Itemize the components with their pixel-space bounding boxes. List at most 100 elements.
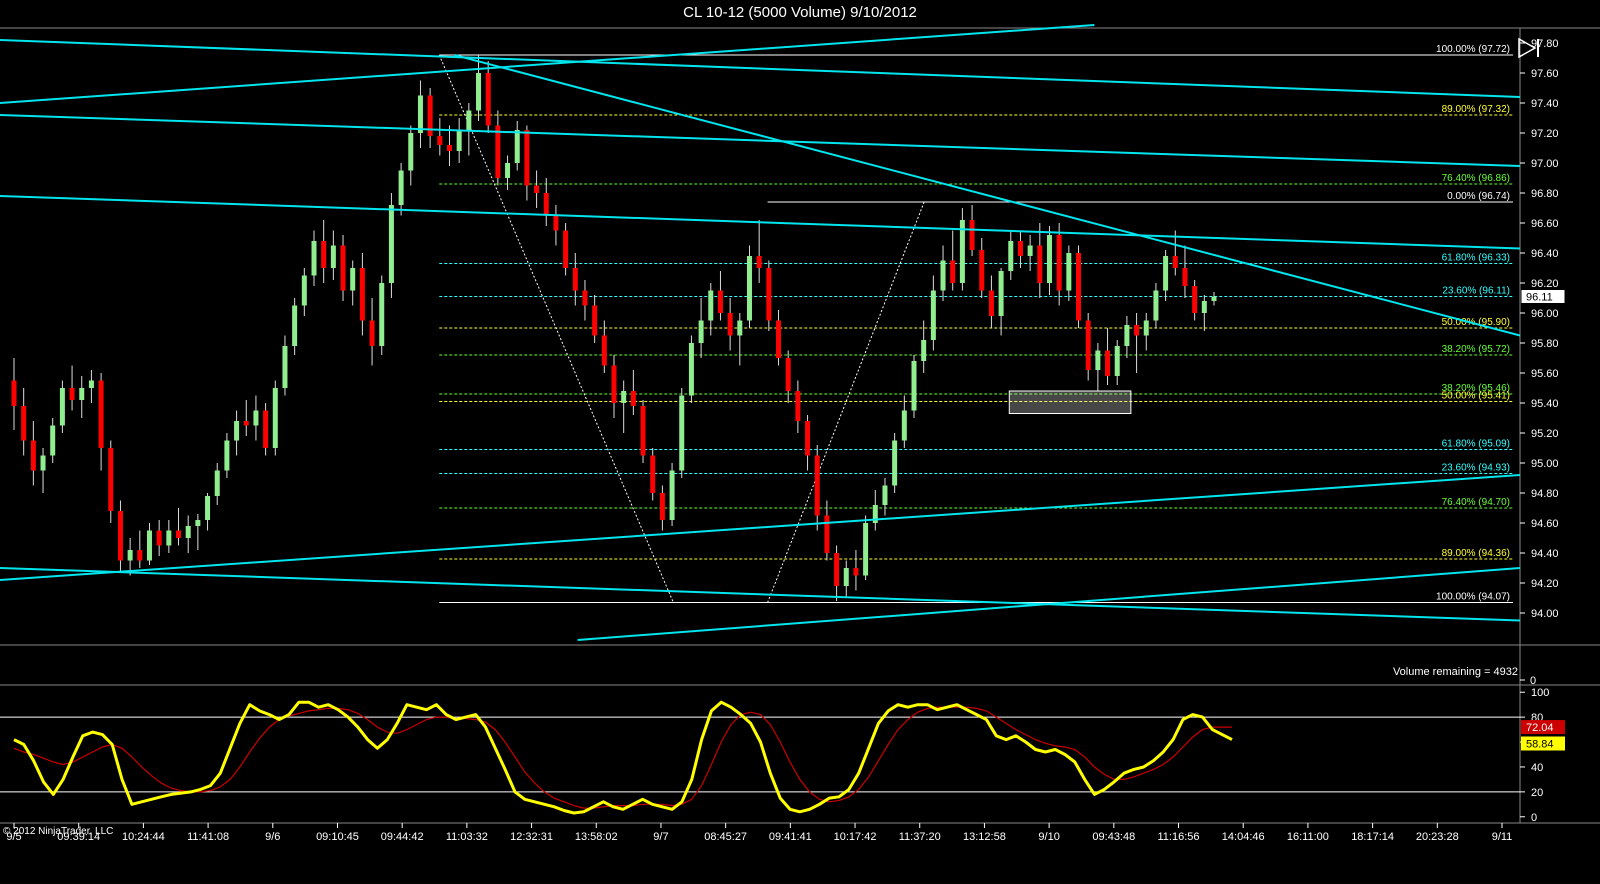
- candle-body: [224, 440, 230, 471]
- candle-body: [892, 440, 898, 486]
- candle-body: [40, 455, 46, 471]
- candle-body: [88, 380, 94, 388]
- volume-remaining: Volume remaining = 4932: [1392, 666, 1518, 678]
- candle-body: [485, 73, 491, 126]
- candle-body: [1192, 286, 1198, 313]
- play-end-icon[interactable]: [1516, 36, 1542, 60]
- candle-body: [1027, 245, 1033, 256]
- osc-y-tick-label: 40: [1531, 762, 1543, 774]
- stoch-k-line: [13, 700, 1233, 815]
- y-tick-label: 94.20: [1531, 578, 1559, 590]
- price-panel: 97.8097.6097.4097.2097.0096.8096.6096.40…: [0, 24, 1600, 823]
- candle-body: [30, 440, 36, 471]
- candle-body: [514, 130, 520, 163]
- candle-body: [553, 215, 559, 231]
- candle-body: [1066, 253, 1072, 291]
- y-tick-label: 96.60: [1531, 218, 1559, 230]
- y-tick-label: 94.60: [1531, 518, 1559, 530]
- x-tick-label: 09:10:45: [316, 831, 359, 843]
- candle-body: [659, 493, 665, 520]
- candle-body: [1008, 241, 1014, 271]
- candle-body: [1143, 320, 1149, 336]
- candle-body: [505, 163, 511, 178]
- candle-body: [437, 136, 443, 145]
- fib-level-label: 76.40% (94.70): [1442, 497, 1510, 508]
- candle-body: [882, 485, 888, 505]
- candle-body: [301, 275, 307, 306]
- y-tick-label: 96.00: [1531, 308, 1559, 320]
- candle-body: [534, 185, 540, 193]
- y-tick-label: 97.20: [1531, 128, 1559, 140]
- candle-body: [843, 568, 849, 586]
- y-tick-label: 95.80: [1531, 338, 1559, 350]
- x-tick-label: 16:11:00: [1287, 831, 1329, 843]
- y-tick-label: 95.00: [1531, 458, 1559, 470]
- candle-body: [834, 553, 840, 586]
- candle-body: [795, 391, 801, 421]
- candle-body: [708, 290, 714, 321]
- chart-title: CL 10-12 (5000 Volume) 9/10/2012: [683, 4, 917, 21]
- candle-body: [446, 145, 452, 151]
- candle-body: [1056, 235, 1062, 291]
- candle-body: [98, 380, 104, 448]
- candle-body: [127, 550, 133, 561]
- candle-body: [863, 523, 869, 576]
- trendline: [0, 474, 1521, 581]
- trendline: [0, 567, 1521, 622]
- candle-body: [1076, 253, 1082, 321]
- y-tick-label: 97.40: [1531, 98, 1559, 110]
- candle-body: [998, 271, 1004, 316]
- candle-body: [234, 421, 240, 441]
- fib-level-label: 23.60% (96.11): [1442, 286, 1510, 297]
- x-tick-label: 20:23:28: [1416, 831, 1459, 843]
- candle-body: [1037, 245, 1043, 283]
- candle-body: [785, 358, 791, 391]
- x-tick-label: 10:17:42: [834, 831, 877, 843]
- candle-body: [911, 361, 917, 411]
- trendline: [0, 114, 1521, 167]
- candle-body: [156, 530, 162, 546]
- candle-body: [921, 340, 927, 361]
- volume-panel: 0: [0, 675, 1600, 687]
- candle-body: [195, 520, 201, 526]
- candle-body: [611, 365, 617, 403]
- candle-body: [756, 256, 762, 268]
- trendline: [0, 24, 1095, 104]
- candle-body: [524, 130, 530, 186]
- candle-body: [272, 388, 278, 448]
- candle-body: [1182, 268, 1188, 286]
- x-tick-label: 09:44:42: [381, 831, 424, 843]
- candle-body: [621, 391, 627, 403]
- oscillator-panel: 10080604020072.0458.84: [0, 687, 1600, 824]
- time-axis: 9/5 09:39:14 10:24:44 11:41:08 9/6 09:10:45 09…: [6, 823, 1512, 843]
- x-tick-label: 11:37:20: [899, 831, 941, 843]
- candle-body: [1134, 325, 1140, 336]
- candle-body: [824, 515, 830, 553]
- osc-y-tick-label: 20: [1531, 787, 1543, 799]
- candle-body: [1085, 320, 1091, 370]
- candle-body: [311, 241, 317, 276]
- candle-body: [1163, 256, 1169, 291]
- fib-level-label: 89.00% (94.36): [1442, 548, 1510, 559]
- osc-y-tick-label: 100: [1531, 687, 1549, 699]
- candle-body: [1153, 290, 1159, 321]
- last-price-label: 96.11: [1526, 292, 1553, 304]
- candle-body: [137, 550, 143, 561]
- fib-level-label: 89.00% (97.32): [1442, 104, 1510, 115]
- y-tick-label: 95.20: [1531, 428, 1559, 440]
- candle-body: [456, 130, 462, 151]
- candle-body: [146, 530, 152, 561]
- fib-level-label: 50.00% (95.90): [1442, 317, 1510, 328]
- trendline: [454, 54, 1521, 337]
- candle-body: [814, 455, 820, 516]
- x-tick-label: 9/11: [1492, 831, 1513, 843]
- x-tick-label: 09:43:48: [1092, 831, 1135, 843]
- candle-body: [698, 320, 704, 343]
- candle-body: [350, 268, 356, 291]
- x-tick-label: 14:04:46: [1222, 831, 1265, 843]
- fib-level-label: 100.00% (94.07): [1436, 592, 1510, 603]
- osc-value-label: 72.04: [1526, 722, 1554, 734]
- fib-level-label: 38.20% (95.72): [1442, 344, 1510, 355]
- candle-body: [476, 73, 482, 111]
- y-tick-label: 96.40: [1531, 248, 1559, 260]
